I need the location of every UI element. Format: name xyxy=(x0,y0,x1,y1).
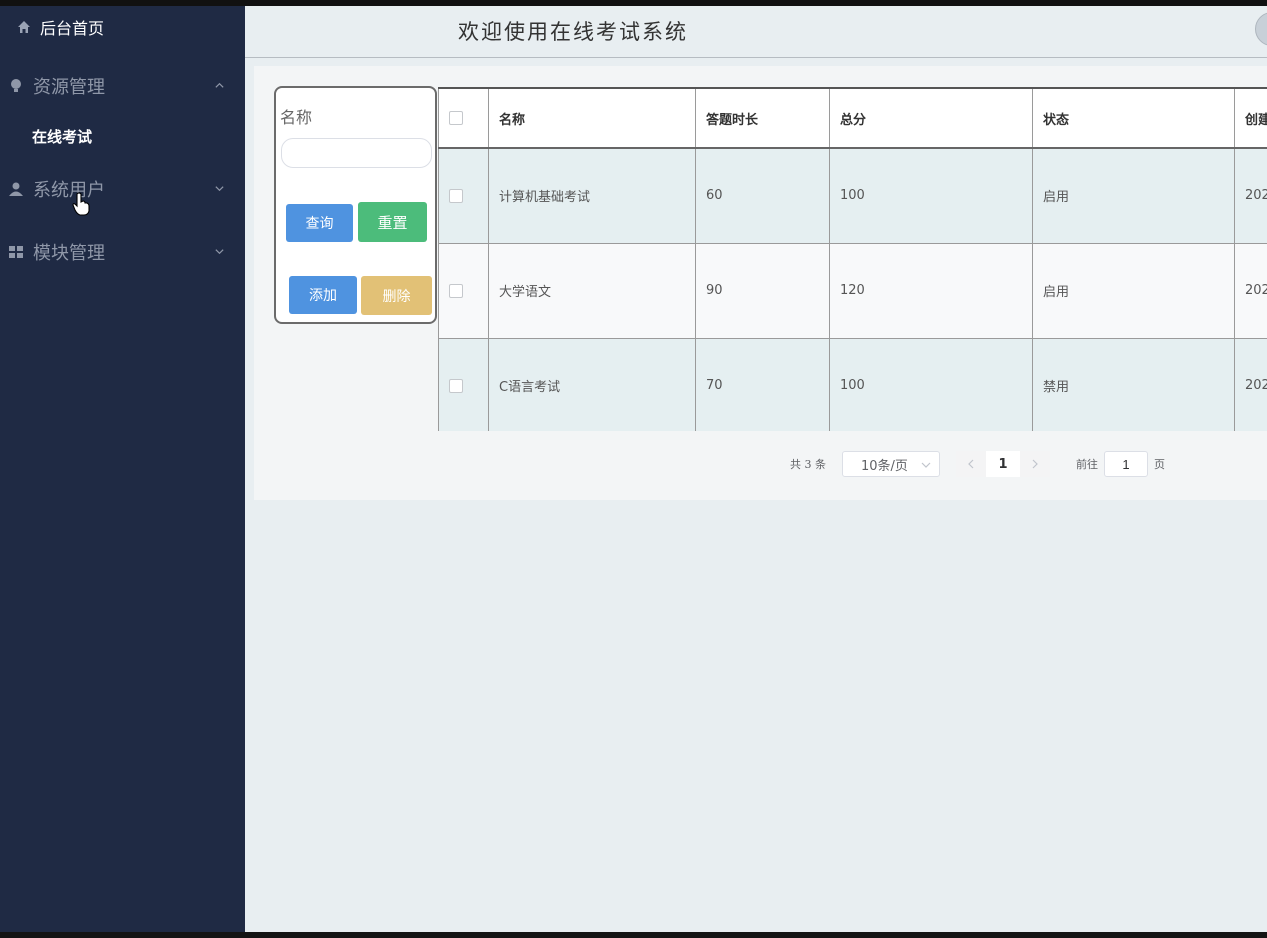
sidebar-home-label: 后台首页 xyxy=(40,19,105,38)
column-header-score: 总分 xyxy=(829,87,1033,149)
cell-duration: 70 xyxy=(695,337,830,431)
sidebar-group-label: 模块管理 xyxy=(33,243,105,264)
pagination: 共 3 条 10条/页 1 前往 页 xyxy=(790,450,1165,478)
goto-label: 前往 xyxy=(1076,458,1098,471)
page-number-current[interactable]: 1 xyxy=(986,451,1020,477)
reset-button[interactable]: 重置 xyxy=(358,202,427,242)
table-row[interactable]: 大学语文 90 120 启用 202 xyxy=(438,242,1267,339)
table-row[interactable]: 计算机基础考试 60 100 启用 202 xyxy=(438,147,1267,244)
column-header-created: 创建 xyxy=(1234,87,1267,149)
column-header-duration: 答题时长 xyxy=(695,87,830,149)
cell-status: 禁用 xyxy=(1032,337,1235,431)
chevron-left-icon xyxy=(968,459,974,469)
user-icon xyxy=(9,182,23,196)
hand-cursor-icon xyxy=(72,192,90,216)
column-header-status: 状态 xyxy=(1032,87,1235,149)
grid-icon xyxy=(9,246,23,258)
name-search-input[interactable] xyxy=(281,138,432,168)
table-header-row: 名称 答题时长 总分 状态 创建 xyxy=(438,87,1267,149)
window-bottom-bar xyxy=(0,932,1267,938)
row-checkbox[interactable] xyxy=(449,283,463,298)
sidebar-group-label: 资源管理 xyxy=(33,77,105,98)
page-title: 欢迎使用在线考试系统 xyxy=(458,20,688,44)
row-checkbox[interactable] xyxy=(449,378,463,393)
cell-duration: 60 xyxy=(695,147,830,244)
sidebar-group-label: 系统用户 xyxy=(33,180,105,201)
cell-status: 启用 xyxy=(1032,242,1235,339)
chevron-down-icon xyxy=(215,186,224,192)
cell-name: C语言考试 xyxy=(488,337,696,431)
sidebar-item-label: 在线考试 xyxy=(32,127,93,146)
select-all-cell[interactable] xyxy=(438,87,489,149)
row-select-cell[interactable] xyxy=(438,242,489,339)
cell-name: 计算机基础考试 xyxy=(488,147,696,244)
page-size-select[interactable]: 10条/页 xyxy=(842,451,940,477)
page-unit-label: 页 xyxy=(1154,458,1165,471)
cell-status: 启用 xyxy=(1032,147,1235,244)
row-select-cell[interactable] xyxy=(438,147,489,244)
query-button[interactable]: 查询 xyxy=(286,204,353,242)
page-size-value: 10条/页 xyxy=(861,458,908,474)
sidebar: 后台首页 资源管理 在线考试 系统用户 模块管理 xyxy=(0,6,245,932)
chevron-up-icon xyxy=(215,82,224,88)
home-icon xyxy=(18,21,30,33)
header: 欢迎使用在线考试系统 xyxy=(245,6,1267,58)
goto-page-input[interactable] xyxy=(1104,451,1148,477)
delete-button[interactable]: 删除 xyxy=(361,276,432,315)
chevron-down-icon xyxy=(921,462,931,468)
cell-score: 100 xyxy=(829,337,1033,431)
column-header-name: 名称 xyxy=(488,87,696,149)
cell-name: 大学语文 xyxy=(488,242,696,339)
cell-score: 120 xyxy=(829,242,1033,339)
cell-score: 100 xyxy=(829,147,1033,244)
row-select-cell[interactable] xyxy=(438,337,489,431)
cell-created: 202 xyxy=(1234,147,1267,244)
cell-created: 202 xyxy=(1234,337,1267,431)
chevron-down-icon xyxy=(215,249,224,255)
cell-created: 202 xyxy=(1234,242,1267,339)
table-row[interactable]: C语言考试 70 100 禁用 202 xyxy=(438,337,1267,431)
add-button[interactable]: 添加 xyxy=(289,276,357,314)
sidebar-group-modules[interactable]: 模块管理 xyxy=(0,227,245,277)
sidebar-item-online-exam[interactable]: 在线考试 xyxy=(0,112,245,160)
cell-duration: 90 xyxy=(695,242,830,339)
prev-page-button[interactable] xyxy=(956,451,986,477)
select-all-checkbox[interactable] xyxy=(449,111,463,125)
exam-table: 名称 答题时长 总分 状态 创建 计算机基础考试 60 100 启用 202 大… xyxy=(438,87,1267,431)
sidebar-group-users[interactable]: 系统用户 xyxy=(0,164,245,214)
total-count: 共 3 条 xyxy=(790,458,826,471)
row-checkbox[interactable] xyxy=(449,188,463,203)
search-panel: 名称 查询 重置 添加 删除 xyxy=(274,86,437,324)
name-label: 名称 xyxy=(280,108,313,127)
next-page-button[interactable] xyxy=(1020,451,1050,477)
avatar[interactable] xyxy=(1255,12,1267,46)
sidebar-item-home[interactable]: 后台首页 xyxy=(0,6,245,48)
lightbulb-icon xyxy=(11,79,21,92)
chevron-right-icon xyxy=(1032,459,1038,469)
sidebar-group-resources[interactable]: 资源管理 xyxy=(0,61,245,111)
